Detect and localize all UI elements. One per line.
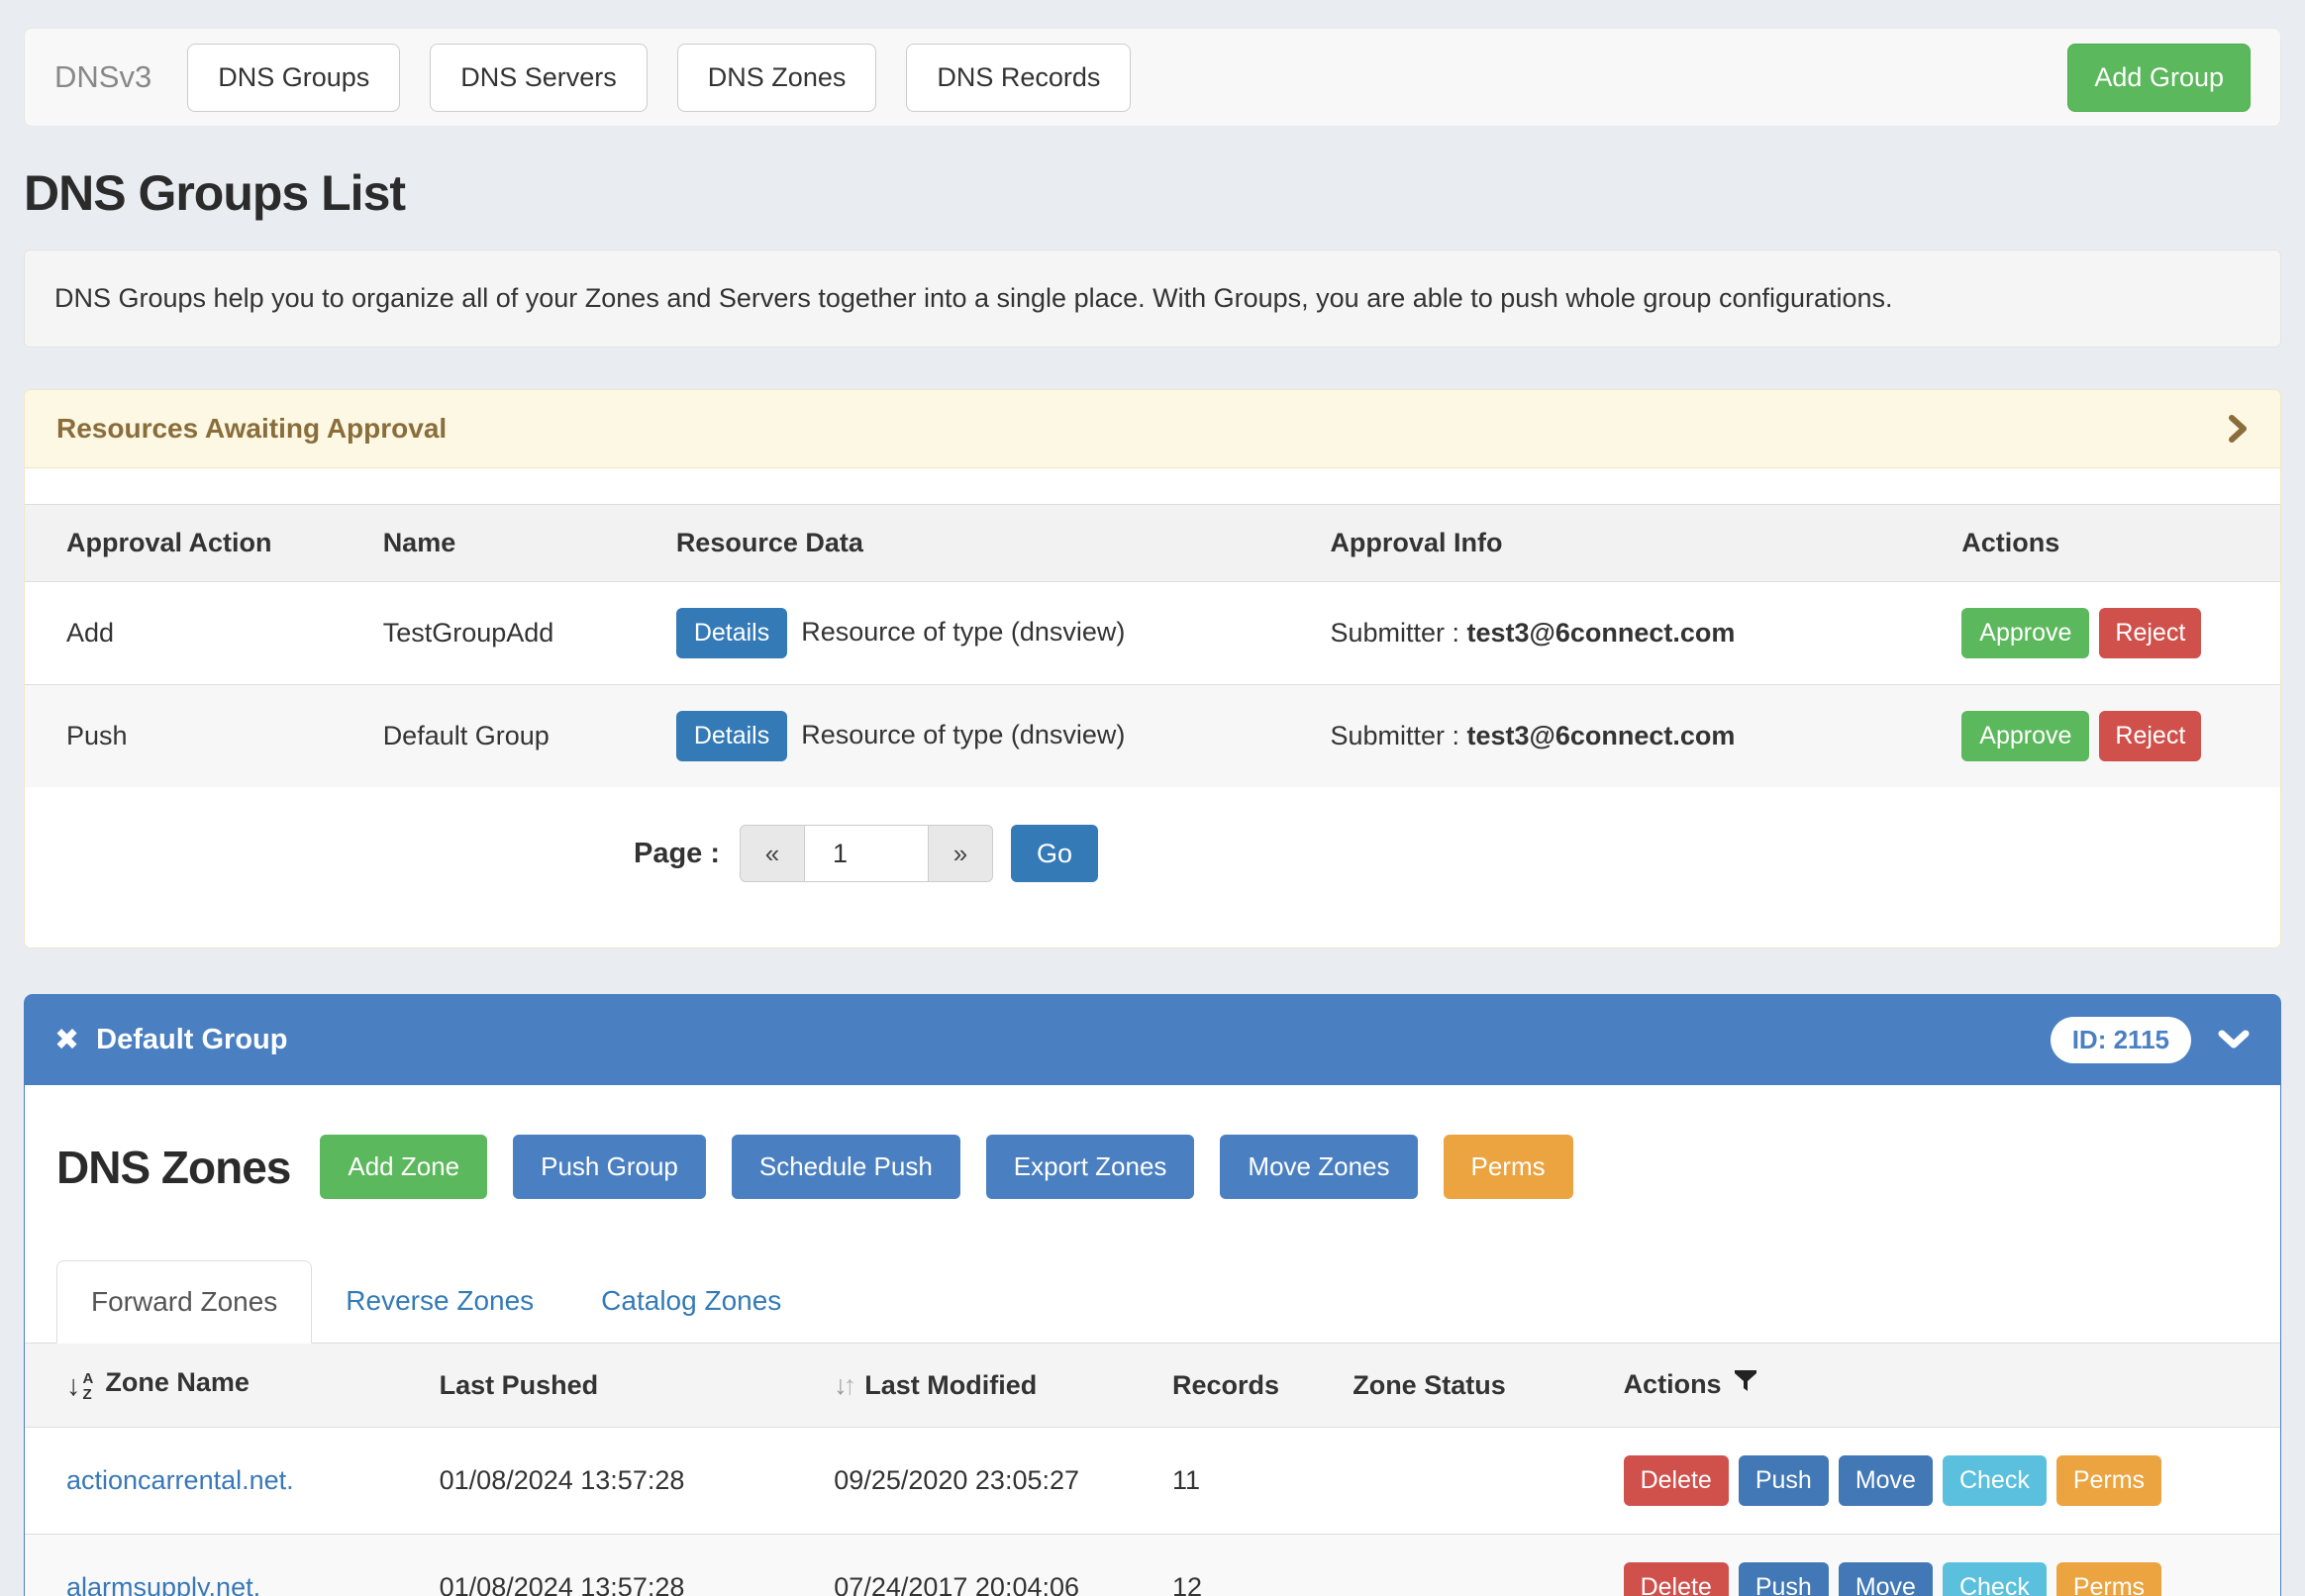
schedule-push-button[interactable]: Schedule Push (732, 1135, 960, 1199)
push-zone-button[interactable]: Push (1739, 1455, 1829, 1506)
nav-dns-records[interactable]: DNS Records (906, 44, 1131, 112)
approval-action: Add (25, 582, 363, 685)
close-icon[interactable]: ✖ (54, 1023, 79, 1057)
page-number-input[interactable] (805, 825, 928, 882)
reject-button[interactable]: Reject (2099, 711, 2201, 761)
col-approval-info: Approval Info (1310, 505, 1942, 582)
zone-perms-button[interactable]: Perms (2056, 1455, 2161, 1506)
details-button[interactable]: Details (676, 608, 787, 658)
approve-button[interactable]: Approve (1961, 608, 2089, 658)
page-title: DNS Groups List (24, 164, 2281, 222)
col-zone-status: Zone Status (1333, 1344, 1603, 1428)
group-title: Default Group (96, 1024, 287, 1056)
zone-link[interactable]: alarmsupply.net. (66, 1572, 260, 1596)
approval-panel-title: Resources Awaiting Approval (56, 413, 447, 445)
zone-link[interactable]: actioncarrental.net. (66, 1465, 294, 1495)
add-zone-button[interactable]: Add Zone (320, 1135, 487, 1199)
page: DNSv3 DNS Groups DNS Servers DNS Zones D… (0, 28, 2305, 1596)
page-stepper: «» (740, 825, 993, 882)
delete-zone-button[interactable]: Delete (1624, 1455, 1729, 1506)
last-pushed-value: 01/08/2024 13:57:28 (420, 1428, 815, 1535)
approval-panel: Resources Awaiting Approval Approval Act… (24, 389, 2281, 948)
move-zone-button[interactable]: Move (1839, 1562, 1933, 1596)
zone-status-value (1333, 1428, 1603, 1535)
group-perms-button[interactable]: Perms (1444, 1135, 1573, 1199)
zones-table-header-row: ↓AZ Zone Name Last Pushed ↓↑ Last Modified… (25, 1344, 2280, 1428)
submitter-label: Submitter : (1330, 721, 1459, 750)
records-count: 12 (1152, 1535, 1333, 1596)
col-actions: Actions (1942, 505, 2280, 582)
page-description: DNS Groups help you to organize all of y… (24, 249, 2281, 348)
push-zone-button[interactable]: Push (1739, 1562, 1829, 1596)
approval-row: Push Default Group Details Resource of ty… (25, 685, 2280, 788)
resource-description: Resource of type (dnsview) (801, 720, 1125, 749)
last-pushed-value: 01/08/2024 13:57:28 (420, 1535, 815, 1596)
submitter-label: Submitter : (1330, 618, 1459, 648)
records-count: 11 (1152, 1428, 1333, 1535)
dns-zones-heading: DNS Zones (56, 1141, 290, 1194)
check-zone-button[interactable]: Check (1943, 1562, 2047, 1596)
check-zone-button[interactable]: Check (1943, 1455, 2047, 1506)
app-brand: DNSv3 (54, 59, 151, 95)
approval-panel-header[interactable]: Resources Awaiting Approval (25, 390, 2280, 468)
submitter-email: test3@6connect.com (1467, 721, 1736, 750)
last-modified-value: 09/25/2020 23:05:27 (814, 1428, 1152, 1535)
zone-row: alarmsupply.net. 01/08/2024 13:57:28 07/… (25, 1535, 2280, 1596)
delete-zone-button[interactable]: Delete (1624, 1562, 1729, 1596)
nav-dns-servers[interactable]: DNS Servers (430, 44, 648, 112)
approval-name: TestGroupAdd (363, 582, 656, 685)
approval-panel-body: Approval Action Name Resource Data Appro… (25, 468, 2280, 948)
go-button[interactable]: Go (1011, 825, 1098, 882)
col-records: Records (1152, 1344, 1333, 1428)
col-row-actions: Actions (1624, 1369, 1722, 1399)
move-zones-button[interactable]: Move Zones (1220, 1135, 1417, 1199)
resource-description: Resource of type (dnsview) (801, 617, 1125, 647)
sort-alpha-down-icon[interactable]: ↓AZ (66, 1370, 93, 1403)
chevron-down-icon[interactable] (2217, 1029, 2251, 1052)
zones-table: ↓AZ Zone Name Last Pushed ↓↑ Last Modified… (25, 1344, 2280, 1596)
col-last-pushed: Last Pushed (420, 1344, 815, 1428)
dns-zones-toolbar: DNS Zones Add Zone Push Group Schedule P… (25, 1085, 2280, 1199)
next-page-button[interactable]: » (928, 825, 993, 882)
filter-icon[interactable] (1734, 1371, 1757, 1401)
sort-icon[interactable]: ↓↑ (834, 1370, 856, 1401)
group-panel-header: ✖ Default Group ID: 2115 (25, 995, 2280, 1085)
approval-name: Default Group (363, 685, 656, 788)
push-group-button[interactable]: Push Group (513, 1135, 706, 1199)
group-panel-body: DNS Zones Add Zone Push Group Schedule P… (25, 1085, 2280, 1596)
page-label: Page : (634, 838, 720, 870)
approval-action: Push (25, 685, 363, 788)
zone-row: actioncarrental.net. 01/08/2024 13:57:28… (25, 1428, 2280, 1535)
last-modified-value: 07/24/2017 20:04:06 (814, 1535, 1152, 1596)
approval-table-header-row: Approval Action Name Resource Data Appro… (25, 505, 2280, 582)
approval-table: Approval Action Name Resource Data Appro… (25, 504, 2280, 787)
add-group-button[interactable]: Add Group (2067, 44, 2251, 112)
group-panel: ✖ Default Group ID: 2115 DNS Zones Add Z… (24, 994, 2281, 1596)
col-last-modified: Last Modified (864, 1370, 1037, 1400)
approve-button[interactable]: Approve (1961, 711, 2089, 761)
top-navbar: DNSv3 DNS Groups DNS Servers DNS Zones D… (24, 28, 2281, 127)
zones-tabs: Forward Zones Reverse Zones Catalog Zone… (25, 1260, 2280, 1344)
nav-dns-zones[interactable]: DNS Zones (677, 44, 877, 112)
tab-reverse-zones[interactable]: Reverse Zones (312, 1260, 567, 1343)
approval-row: Add TestGroupAdd Details Resource of type… (25, 582, 2280, 685)
submitter-email: test3@6connect.com (1467, 618, 1736, 648)
chevron-right-icon[interactable] (2227, 413, 2249, 445)
pagination: Page : «» Go (25, 825, 2280, 948)
zone-perms-button[interactable]: Perms (2056, 1562, 2161, 1596)
zone-status-value (1333, 1535, 1603, 1596)
export-zones-button[interactable]: Export Zones (986, 1135, 1195, 1199)
tab-forward-zones[interactable]: Forward Zones (56, 1260, 312, 1344)
group-id-badge: ID: 2115 (2051, 1017, 2191, 1063)
tab-catalog-zones[interactable]: Catalog Zones (567, 1260, 815, 1343)
prev-page-button[interactable]: « (740, 825, 805, 882)
col-zone-name: Zone Name (105, 1367, 250, 1397)
nav-dns-groups[interactable]: DNS Groups (187, 44, 400, 112)
move-zone-button[interactable]: Move (1839, 1455, 1933, 1506)
details-button[interactable]: Details (676, 711, 787, 761)
col-resource-data: Resource Data (656, 505, 1311, 582)
col-name: Name (363, 505, 656, 582)
col-approval-action: Approval Action (25, 505, 363, 582)
reject-button[interactable]: Reject (2099, 608, 2201, 658)
